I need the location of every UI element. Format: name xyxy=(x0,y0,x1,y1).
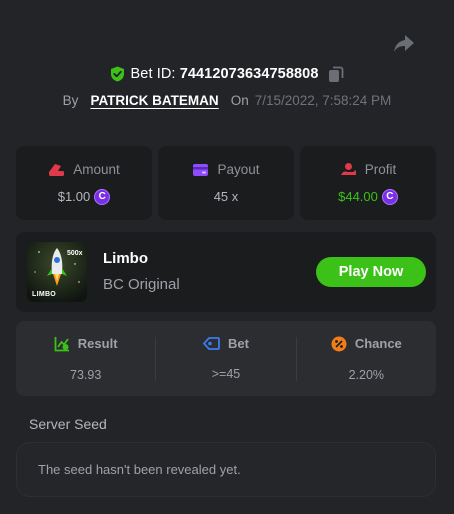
result-value: 73.93 xyxy=(70,367,102,382)
share-icon xyxy=(394,35,414,52)
stat-profit-value: $44.00 xyxy=(338,189,378,204)
percent-icon xyxy=(331,336,347,351)
stat-payout-label: Payout xyxy=(217,162,260,177)
server-seed-label: Server Seed xyxy=(29,416,107,432)
bet-column: Bet >=45 xyxy=(156,321,295,396)
result-column: Result 73.93 xyxy=(16,321,155,396)
thumb-title: LIMBO xyxy=(32,291,57,298)
bet-detail-panel: Bet ID: 74412073634758808 By PATRICK BAT… xyxy=(0,0,454,514)
game-thumbnail[interactable]: 500x LIMBO xyxy=(27,242,87,302)
on-label: On xyxy=(230,92,249,108)
chance-column: Chance 2.20% xyxy=(297,321,436,396)
bet-stats: Amount $1.00 C Payout 45 x Profit $44.00… xyxy=(16,146,436,220)
stat-payout-value: 45 x xyxy=(213,189,239,204)
thumb-badge: 500x xyxy=(67,250,83,257)
server-seed-field: The seed hasn't been revealed yet. xyxy=(16,442,436,497)
timestamp: 7/15/2022, 7:58:24 PM xyxy=(254,92,392,108)
stat-amount: Amount $1.00 C xyxy=(16,146,152,220)
bettor-info: By PATRICK BATEMAN On 7/15/2022, 7:58:24… xyxy=(0,90,454,110)
bet-label: Bet xyxy=(228,336,249,351)
stat-amount-label: Amount xyxy=(73,161,120,177)
tag-icon xyxy=(203,337,220,350)
amount-icon xyxy=(49,163,65,176)
shield-check-icon xyxy=(110,66,124,82)
server-seed-message: The seed hasn't been revealed yet. xyxy=(38,462,241,477)
game-name[interactable]: Limbo xyxy=(103,250,148,267)
stat-profit: Profit $44.00 C xyxy=(300,146,436,220)
chart-check-icon xyxy=(54,336,69,351)
bet-id: Bet ID: 74412073634758808 xyxy=(131,66,319,82)
stat-profit-label: Profit xyxy=(364,161,397,177)
result-label: Result xyxy=(77,336,118,351)
share-button[interactable] xyxy=(392,32,416,56)
coin-icon: C xyxy=(94,188,111,205)
result-card: Result 73.93 Bet >=45 Chance 2.20% xyxy=(16,321,436,396)
bet-value: >=45 xyxy=(211,367,241,381)
copy-icon[interactable] xyxy=(328,66,344,83)
bet-id-label: Bet ID: xyxy=(130,66,176,82)
wallet-icon xyxy=(193,163,209,176)
chance-label: Chance xyxy=(354,336,402,351)
play-now-button[interactable]: Play Now xyxy=(316,257,426,287)
game-provider: BC Original xyxy=(103,276,180,293)
user-link[interactable]: PATRICK BATEMAN xyxy=(90,93,218,108)
bet-id-value: 74412073634758808 xyxy=(179,66,319,82)
by-label: By xyxy=(62,92,79,108)
stat-payout: Payout 45 x xyxy=(158,146,294,220)
bet-id-row: Bet ID: 74412073634758808 xyxy=(0,64,454,84)
coin-icon: C xyxy=(381,188,398,205)
game-card: 500x LIMBO Limbo BC Original Play Now xyxy=(16,232,436,312)
profit-icon xyxy=(340,162,356,175)
stat-amount-value: $1.00 xyxy=(57,189,91,204)
chance-value: 2.20% xyxy=(348,367,385,382)
